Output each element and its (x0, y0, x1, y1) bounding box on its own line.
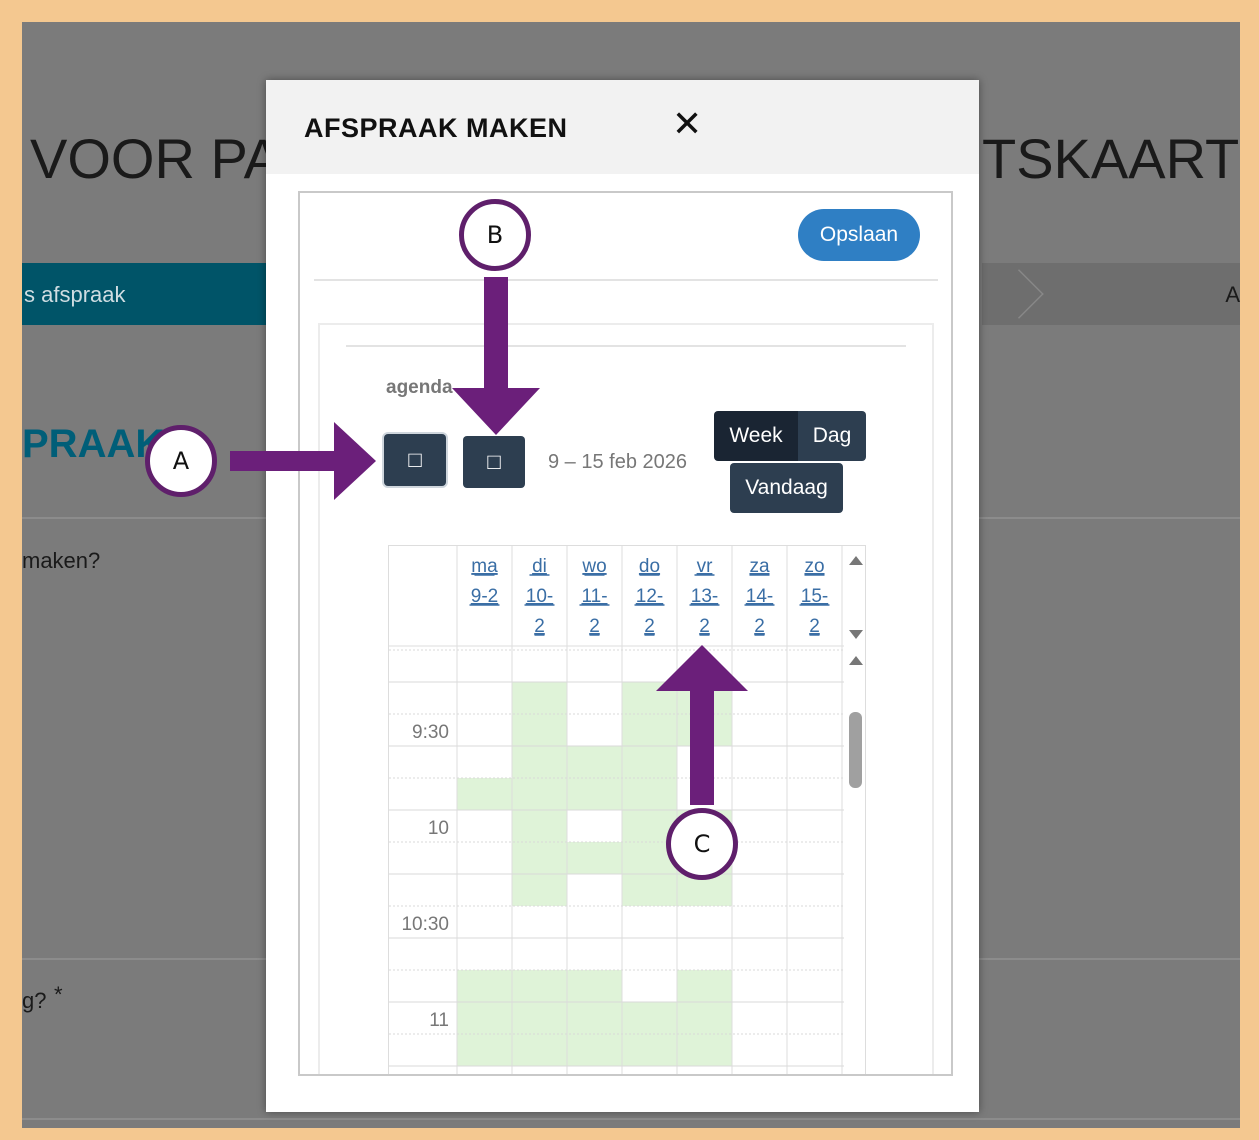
day-header-link[interactable]: 2 (699, 616, 710, 637)
available-slot[interactable] (622, 714, 677, 746)
available-slot[interactable] (512, 1034, 567, 1066)
chevron-right-icon (994, 269, 1044, 319)
day-header-link[interactable]: 13- (691, 586, 718, 607)
available-slot[interactable] (567, 842, 622, 874)
day-header-link[interactable]: wo (581, 556, 606, 577)
day-header-link[interactable]: 2 (534, 616, 545, 637)
available-slot[interactable] (622, 1002, 677, 1034)
required-mark: * (54, 982, 63, 1007)
question-label: maken? (22, 548, 101, 573)
modal-header: AFSPRAAK MAKEN ✕ (266, 80, 979, 174)
date-range: 9 – 15 feb 2026 (548, 451, 688, 473)
divider (314, 279, 938, 281)
available-slot[interactable] (567, 746, 622, 778)
day-header-link[interactable]: di (532, 556, 547, 577)
available-slot[interactable] (567, 778, 622, 810)
week-calendar: ma 9-2 di 10- 2 wo 11- 2 do 12- 2 vr 13- 2 za 14- 2 zo 15-… (388, 545, 866, 1074)
question-label-required: g? (22, 988, 47, 1013)
calendar-grid: ma 9-2 di 10- 2 wo 11- 2 do 12- 2 vr 13- 2 za 14- 2 zo 15-… (389, 546, 844, 1074)
available-slot[interactable] (567, 1002, 622, 1034)
header-scroll-up-icon[interactable] (849, 556, 863, 565)
header-scroll-down-icon[interactable] (849, 630, 863, 639)
available-slot[interactable] (677, 970, 732, 1002)
breadcrumb-step-next: A (982, 263, 1240, 325)
day-header-link[interactable]: za (749, 556, 770, 577)
agenda-label: agenda (386, 377, 453, 398)
available-slot[interactable] (512, 842, 567, 874)
modal-title: AFSPRAAK MAKEN (304, 113, 568, 143)
day-header-link[interactable]: 2 (809, 616, 820, 637)
available-slot[interactable] (512, 682, 567, 714)
scroll-up-icon[interactable] (849, 656, 863, 665)
breadcrumb-next-label: A (1225, 282, 1240, 307)
day-header-link[interactable]: 2 (754, 616, 765, 637)
day-header-link[interactable]: 14- (746, 586, 773, 607)
next-week-button[interactable]: □ (463, 436, 525, 488)
available-slot[interactable] (622, 682, 677, 714)
available-slot[interactable] (677, 1034, 732, 1066)
day-header-link[interactable]: ma (471, 556, 498, 577)
available-slot[interactable] (622, 778, 677, 810)
time-label: 9:30 (412, 722, 449, 743)
breadcrumb-step-active: s afspraak (22, 263, 267, 325)
today-button[interactable]: Vandaag (730, 463, 843, 513)
available-slot[interactable] (512, 746, 567, 778)
appointment-modal: AFSPRAAK MAKEN ✕ Opslaan agenda □ □ 9 – … (266, 80, 979, 1112)
available-slot[interactable] (567, 970, 622, 1002)
day-header-link[interactable]: 2 (644, 616, 655, 637)
week-view-button[interactable]: Week (714, 411, 798, 461)
available-slot[interactable] (457, 1002, 512, 1034)
page-title-fragment-right: TSKAART (982, 127, 1240, 190)
available-slot[interactable] (622, 746, 677, 778)
available-slot[interactable] (622, 1034, 677, 1066)
time-label: 10:30 (401, 914, 449, 935)
day-header-link[interactable]: 12- (636, 586, 663, 607)
calendar-scrollbar[interactable] (844, 546, 865, 1074)
available-slot[interactable] (512, 714, 567, 746)
day-header-link[interactable]: 2 (589, 616, 600, 637)
available-slot[interactable] (457, 1034, 512, 1066)
available-slot[interactable] (677, 714, 732, 746)
day-header-link[interactable]: 15- (801, 586, 828, 607)
section-heading: PRAAK (22, 422, 165, 466)
day-header-link[interactable]: 9-2 (471, 586, 498, 607)
time-label: 11 (429, 1010, 449, 1031)
time-label: 10 (428, 818, 449, 839)
available-slot[interactable] (512, 1002, 567, 1034)
available-slot[interactable] (512, 810, 567, 842)
available-slot[interactable] (567, 1034, 622, 1066)
page-title-fragment-left: VOOR PA (30, 127, 282, 190)
day-header-link[interactable]: do (639, 556, 660, 577)
day-header-link[interactable]: zo (804, 556, 824, 577)
save-button[interactable]: Opslaan (798, 209, 920, 261)
callout-a: A (145, 425, 217, 497)
available-slot[interactable] (622, 874, 677, 906)
day-view-button[interactable]: Dag (798, 411, 866, 461)
agenda-panel: agenda □ □ 9 – 15 feb 2026 Week Dag Vand… (318, 323, 934, 1074)
day-header-link[interactable]: 11- (581, 586, 607, 607)
available-slot[interactable] (457, 778, 512, 810)
available-slot[interactable] (512, 874, 567, 906)
available-slot[interactable] (457, 970, 512, 1002)
scroll-thumb[interactable] (849, 712, 862, 788)
available-slot[interactable] (512, 778, 567, 810)
available-slot[interactable] (512, 970, 567, 1002)
divider (22, 1118, 1240, 1120)
modal-body: Opslaan agenda □ □ 9 – 15 feb 2026 Week … (298, 191, 953, 1076)
available-slot[interactable] (677, 1002, 732, 1034)
previous-week-button[interactable]: □ (384, 434, 446, 486)
callout-c: C (666, 808, 738, 880)
close-icon[interactable]: ✕ (672, 106, 702, 142)
day-header-link[interactable]: 10- (526, 586, 553, 607)
available-slot[interactable] (677, 682, 732, 714)
callout-b: B (459, 199, 531, 271)
breadcrumb-step-label: s afspraak (24, 282, 126, 307)
divider (346, 345, 906, 347)
day-header-link[interactable]: vr (697, 556, 714, 577)
